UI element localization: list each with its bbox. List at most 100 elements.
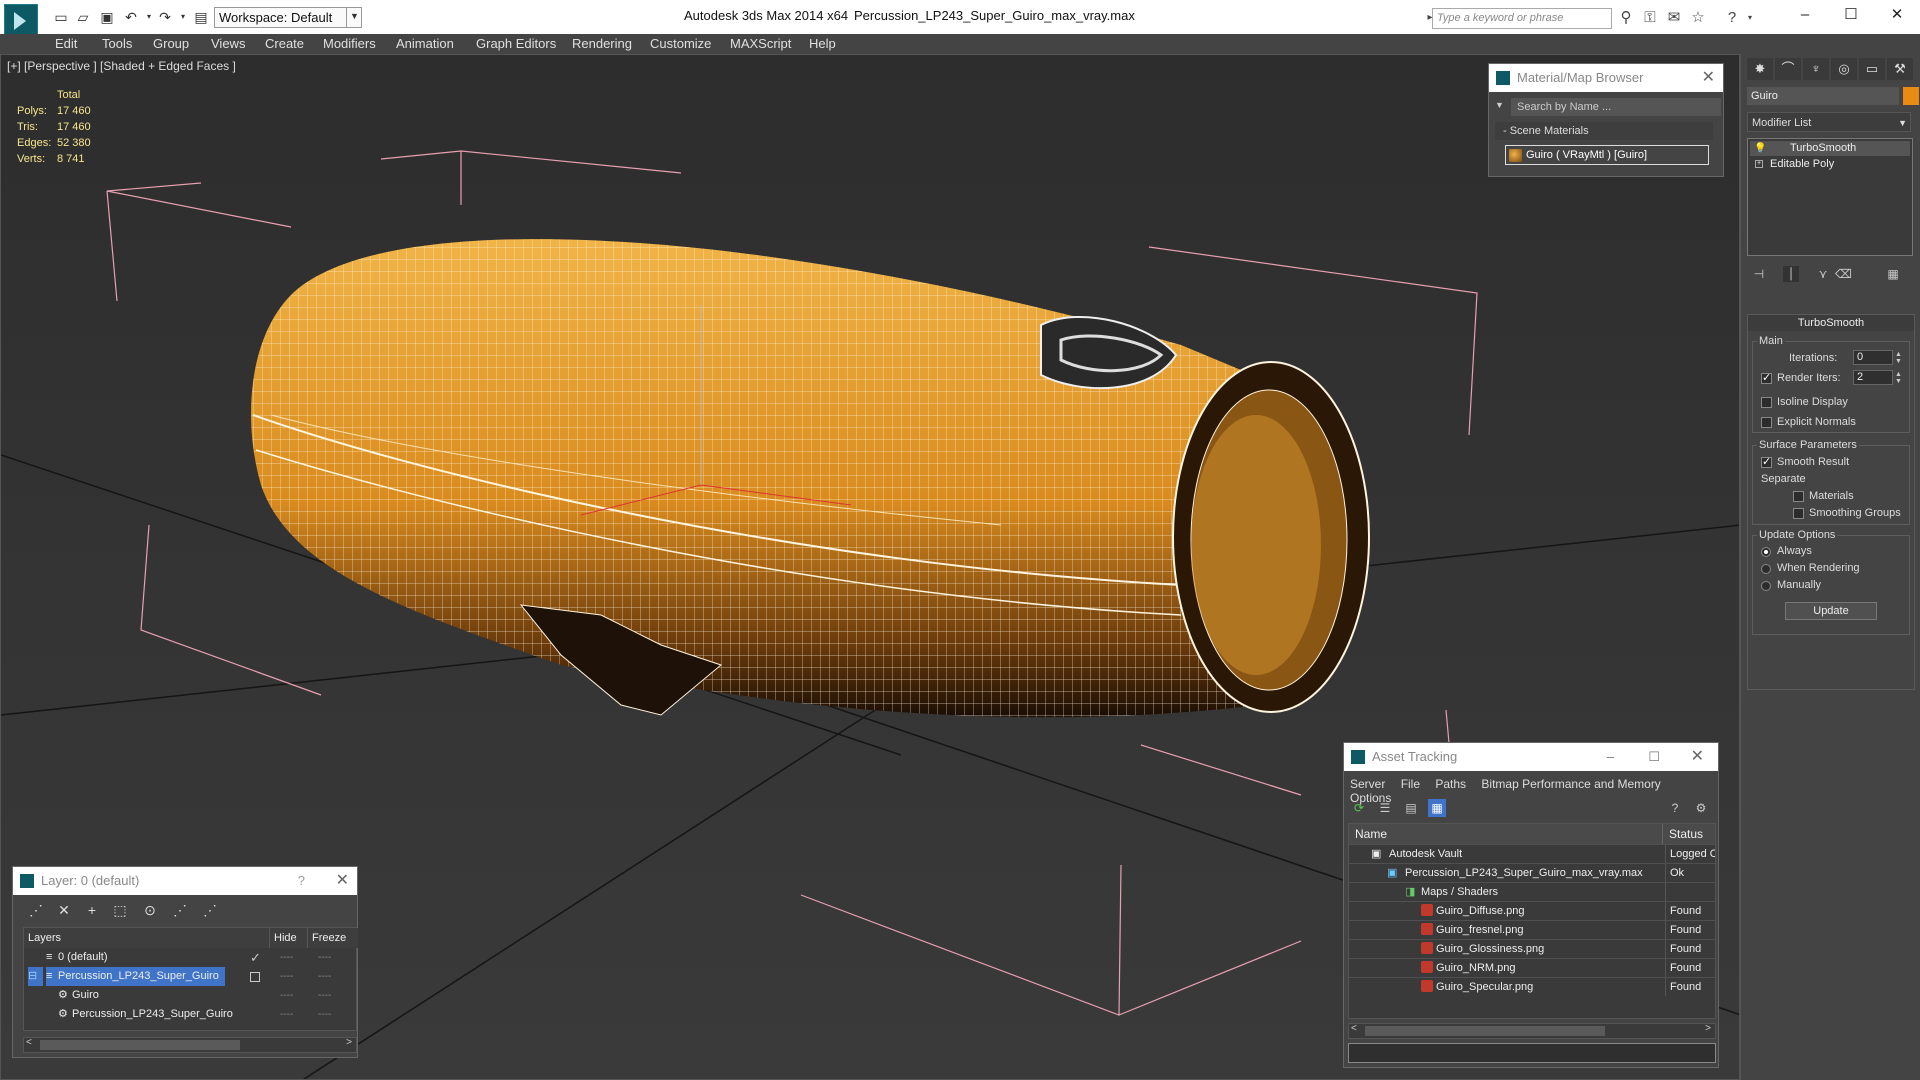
menu-modifiers[interactable]: Modifiers	[323, 36, 376, 51]
display-tab-icon[interactable]: ▭	[1859, 58, 1885, 80]
project-folder-icon[interactable]: ▤	[192, 8, 210, 26]
layer-row[interactable]: ⚙ Guiro ---- ----	[24, 986, 356, 1005]
asset-row[interactable]: Guiro_Glossiness.png Found	[1349, 939, 1715, 958]
asset-row[interactable]: ▣ Percussion_LP243_Super_Guiro_max_vray.…	[1349, 863, 1715, 882]
column-header-name[interactable]: Name	[1349, 824, 1663, 844]
viewport-label[interactable]: [+] [Perspective ] [Shaded + Edged Faces…	[7, 59, 236, 73]
pin-stack-icon[interactable]: ⊣	[1751, 266, 1767, 282]
search-input[interactable]: Type a keyword or phrase	[1432, 8, 1612, 29]
help-icon[interactable]: ?	[298, 867, 305, 895]
chevron-down-icon[interactable]: ▼	[1495, 100, 1504, 110]
menu-tools[interactable]: Tools	[102, 36, 132, 51]
maximize-button[interactable]: ☐	[1648, 743, 1660, 771]
materials-checkbox[interactable]	[1793, 491, 1804, 502]
layers-icon[interactable]: ⋰	[27, 901, 45, 919]
freeze-toggle[interactable]: ----	[318, 1005, 331, 1024]
modifier-list-dropdown[interactable]: Modifier List ▼	[1747, 112, 1911, 132]
scrollbar-thumb[interactable]	[1365, 1026, 1605, 1036]
update-button[interactable]: Update	[1785, 602, 1877, 620]
undo-icon[interactable]: ↶	[122, 8, 140, 26]
column-header-status[interactable]: Status	[1663, 824, 1715, 844]
set-active-box-icon[interactable]	[250, 972, 260, 982]
menu-edit[interactable]: Edit	[55, 36, 77, 51]
scroll-right-icon[interactable]: >	[346, 1037, 352, 1048]
redo-dropdown-icon[interactable]: ▾	[174, 8, 192, 26]
hide-toggle[interactable]: ----	[280, 948, 293, 967]
layer-explorer-titlebar[interactable]: Layer: 0 (default) ? ✕	[13, 867, 357, 895]
asset-row[interactable]: ▣ Autodesk Vault Logged O	[1349, 844, 1715, 863]
expand-icon[interactable]: +	[1755, 160, 1763, 168]
scrollbar-thumb[interactable]	[40, 1040, 240, 1050]
menu-graph-editors[interactable]: Graph Editors	[476, 36, 556, 51]
hide-toggle[interactable]: ----	[280, 967, 293, 986]
layer-row[interactable]: ⊟ ≡ Percussion_LP243_Super_Guiro ---- --…	[24, 967, 356, 986]
make-unique-icon[interactable]: ⋎	[1815, 266, 1831, 282]
explicit-normals-checkbox[interactable]	[1761, 417, 1772, 428]
menu-server[interactable]: Server	[1350, 777, 1385, 791]
asset-path-field[interactable]	[1348, 1043, 1716, 1063]
asset-row[interactable]: Guiro_Specular.png Found	[1349, 977, 1715, 996]
stack-item-editable-poly[interactable]: + Editable Poly	[1750, 157, 1910, 172]
horizontal-scrollbar[interactable]: < >	[1348, 1023, 1716, 1039]
column-header-hide[interactable]: Hide	[270, 928, 308, 948]
stack-item-turbosmooth[interactable]: 💡 TurboSmooth	[1750, 141, 1910, 156]
always-radio[interactable]	[1761, 547, 1771, 557]
freeze-toggle[interactable]: ----	[318, 967, 331, 986]
asset-row[interactable]: Guiro_fresnel.png Found	[1349, 920, 1715, 939]
chevron-down-icon[interactable]: ▼	[1898, 113, 1907, 133]
modify-tab-icon[interactable]: ⌒	[1775, 58, 1801, 80]
close-button[interactable]: ✕	[1874, 0, 1920, 30]
workspace-dropdown[interactable]: Workspace: Default	[214, 7, 362, 28]
spinner-arrows-icon[interactable]: ▲ ▼	[1895, 371, 1905, 386]
material-browser-titlebar[interactable]: Material/Map Browser ✕	[1489, 64, 1723, 92]
scene-materials-section[interactable]: - Scene Materials	[1495, 122, 1713, 140]
render-iters-spinner[interactable]: 2	[1853, 370, 1893, 385]
material-search-input[interactable]: Search by Name ...	[1511, 98, 1721, 116]
detail-view-icon[interactable]: ▤	[1402, 799, 1420, 817]
list-view-icon[interactable]: ☰	[1376, 799, 1394, 817]
menu-create[interactable]: Create	[265, 36, 304, 51]
app-logo-icon[interactable]	[4, 4, 38, 38]
motion-tab-icon[interactable]: ◎	[1831, 58, 1857, 80]
object-color-swatch[interactable]	[1903, 87, 1919, 105]
favorites-star-icon[interactable]: ☆	[1688, 8, 1708, 28]
close-icon[interactable]: ✕	[1702, 64, 1715, 92]
minimize-button[interactable]: –	[1782, 0, 1828, 30]
redo-icon[interactable]: ↷	[156, 8, 174, 26]
help-dropdown-icon[interactable]: ▾	[1740, 8, 1760, 28]
save-file-icon[interactable]: ▣	[98, 8, 116, 26]
expand-icon[interactable]: ⊟	[28, 967, 44, 986]
open-file-icon[interactable]: ▱	[74, 8, 92, 26]
configure-modifier-sets-icon[interactable]: ▦	[1885, 266, 1901, 282]
object-name-field[interactable]: Guiro	[1747, 87, 1899, 105]
menu-animation[interactable]: Animation	[396, 36, 454, 51]
menu-customize[interactable]: Customize	[650, 36, 711, 51]
hide-toggle[interactable]: ----	[280, 1005, 293, 1024]
menu-group[interactable]: Group	[153, 36, 189, 51]
close-icon[interactable]: ✕	[336, 867, 349, 895]
add-layer-icon[interactable]: +	[83, 901, 101, 919]
close-icon[interactable]: ✕	[1691, 743, 1704, 771]
iterations-spinner[interactable]: 0	[1853, 350, 1893, 365]
when-rendering-radio[interactable]	[1761, 564, 1771, 574]
isoline-display-checkbox[interactable]	[1761, 397, 1772, 408]
column-header-freeze[interactable]: Freeze	[308, 928, 358, 948]
menu-rendering[interactable]: Rendering	[572, 36, 632, 51]
binoculars-icon[interactable]: ⚲	[1616, 8, 1636, 28]
delete-layer-icon[interactable]: ✕	[55, 901, 73, 919]
create-tab-icon[interactable]: ✸	[1747, 58, 1773, 80]
material-item[interactable]: Guiro ( VRayMtl ) [Guiro]	[1505, 145, 1709, 165]
chevron-down-icon[interactable]: ▼	[346, 7, 362, 28]
column-header-layers[interactable]: Layers	[24, 928, 270, 948]
table-view-icon[interactable]: ▦	[1428, 799, 1446, 817]
menu-bitmap-performance[interactable]: Bitmap Performance and Memory	[1481, 777, 1660, 791]
communication-icon[interactable]: ✉	[1664, 8, 1684, 28]
smooth-result-checkbox[interactable]	[1761, 455, 1772, 468]
manually-radio[interactable]	[1761, 581, 1771, 591]
remove-modifier-icon[interactable]: ⌫	[1835, 266, 1852, 282]
menu-views[interactable]: Views	[211, 36, 245, 51]
show-end-result-icon[interactable]: ⏐	[1783, 266, 1799, 282]
layer-row[interactable]: ⚙ Percussion_LP243_Super_Guiro ---- ----	[24, 1005, 356, 1024]
hierarchy-tab-icon[interactable]: ♆	[1803, 58, 1829, 80]
help-icon[interactable]: ?	[1722, 8, 1742, 28]
